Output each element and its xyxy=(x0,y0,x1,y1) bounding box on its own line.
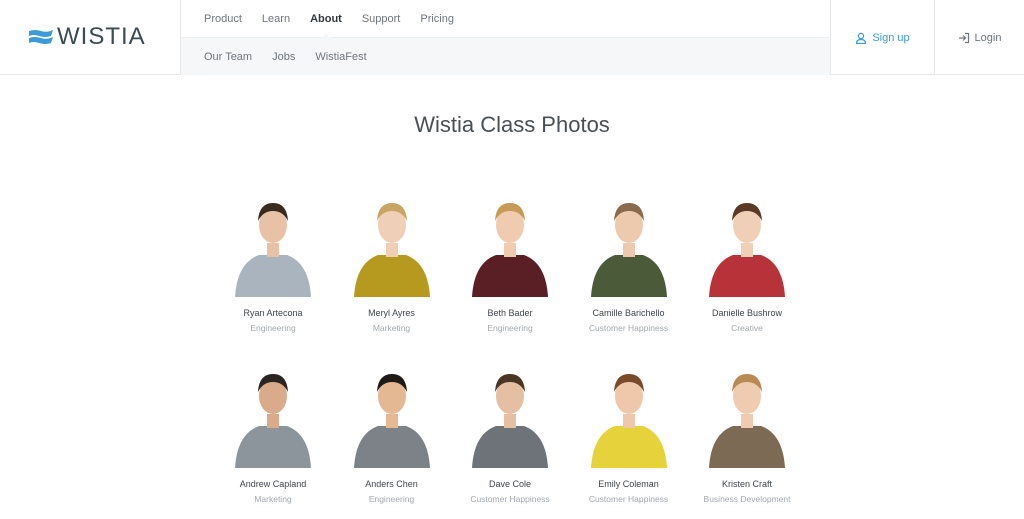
team-member-role: Customer Happiness xyxy=(588,323,669,333)
person-silhouette xyxy=(472,374,548,468)
logo-wordmark: WISTIA xyxy=(57,23,146,50)
team-member-role: Marketing xyxy=(372,323,411,333)
person-silhouette xyxy=(590,203,667,297)
team-member-photo[interactable] xyxy=(223,356,323,468)
team-member-card[interactable]: Andrew Capland Marketing xyxy=(214,356,332,504)
secondary-nav: Our Team Jobs WistiaFest xyxy=(181,38,830,75)
signup-label: Sign up xyxy=(872,31,910,44)
team-member-name: Anders Chen xyxy=(365,479,418,489)
team-member-name: Emily Coleman xyxy=(598,479,659,489)
team-member-photo[interactable] xyxy=(223,185,323,297)
team-member-name: Ryan Artecona xyxy=(243,308,303,318)
team-member-name: Beth Bader xyxy=(487,308,533,318)
wistia-logo[interactable]: WISTIA xyxy=(29,22,149,52)
team-member-card[interactable]: Emily Coleman Customer Happiness xyxy=(570,356,688,504)
team-member-role: Engineering xyxy=(368,494,415,504)
team-member-role: Marketing xyxy=(254,494,292,504)
team-member-role: Engineering xyxy=(487,323,533,333)
team-member-photo[interactable] xyxy=(342,356,442,468)
team-member-name: Meryl Ayres xyxy=(368,308,415,318)
login-button[interactable]: Login xyxy=(935,0,1024,75)
site-header: WISTIA Product Learn About Support Prici… xyxy=(0,0,1024,75)
team-member-name: Andrew Capland xyxy=(239,479,307,489)
team-member-card[interactable]: Beth Bader Engineering xyxy=(451,185,569,333)
team-member-photo[interactable] xyxy=(697,356,797,468)
subnav-item-wistiafest[interactable]: WistiaFest xyxy=(315,51,366,63)
nav-item-learn[interactable]: Learn xyxy=(262,13,290,25)
team-member-role: Business Development xyxy=(703,494,791,504)
person-silhouette xyxy=(709,374,785,468)
team-member-card[interactable]: Meryl Ayres Marketing xyxy=(333,185,451,333)
team-member-card[interactable]: Danielle Bushrow Creative xyxy=(688,185,806,333)
person-silhouette xyxy=(472,203,548,297)
team-member-photo[interactable] xyxy=(579,185,679,297)
login-icon xyxy=(958,32,969,43)
nav-item-about[interactable]: About xyxy=(310,13,342,38)
subnav-item-jobs[interactable]: Jobs xyxy=(272,51,295,63)
signup-button[interactable]: Sign up xyxy=(831,0,935,75)
team-member-card[interactable]: Dave Cole Customer Happiness xyxy=(451,356,569,504)
team-member-photo[interactable] xyxy=(697,185,797,297)
login-label: Login xyxy=(974,31,1002,44)
team-member-card[interactable]: Camille Barichello Customer Happiness xyxy=(570,185,688,333)
page-title: Wistia Class Photos xyxy=(414,112,610,137)
person-silhouette xyxy=(353,374,430,468)
nav-item-pricing[interactable]: Pricing xyxy=(420,13,454,25)
team-member-card[interactable]: Ryan Artecona Engineering xyxy=(214,185,332,333)
person-silhouette xyxy=(709,203,785,297)
team-member-role: Creative xyxy=(731,323,763,333)
team-member-name: Kristen Craft xyxy=(721,479,772,489)
team-member-name: Camille Barichello xyxy=(592,308,665,318)
team-member-photo[interactable] xyxy=(579,356,679,468)
main-nav: Product Learn About Support Pricing Our … xyxy=(180,0,831,75)
person-silhouette xyxy=(590,374,667,468)
team-member-name: Danielle Bushrow xyxy=(711,308,783,318)
team-member-photo[interactable] xyxy=(342,185,442,297)
wistia-logo-icon xyxy=(29,30,53,44)
team-member-role: Customer Happiness xyxy=(588,494,669,504)
person-silhouette xyxy=(235,203,311,297)
team-member-role: Engineering xyxy=(250,323,296,333)
team-member-card[interactable]: Kristen Craft Business Development xyxy=(688,356,806,504)
nav-item-product[interactable]: Product xyxy=(204,13,242,25)
team-member-photo[interactable] xyxy=(460,356,560,468)
team-member-role: Customer Happiness xyxy=(470,494,550,504)
user-icon xyxy=(856,32,867,44)
person-silhouette xyxy=(235,374,311,468)
team-member-card[interactable]: Anders Chen Engineering xyxy=(333,356,451,504)
person-silhouette xyxy=(353,203,430,297)
team-member-name: Dave Cole xyxy=(488,479,532,489)
team-member-photo[interactable] xyxy=(460,185,560,297)
subnav-item-our-team[interactable]: Our Team xyxy=(204,51,252,63)
nav-item-support[interactable]: Support xyxy=(362,13,401,25)
primary-nav: Product Learn About Support Pricing xyxy=(181,0,830,38)
